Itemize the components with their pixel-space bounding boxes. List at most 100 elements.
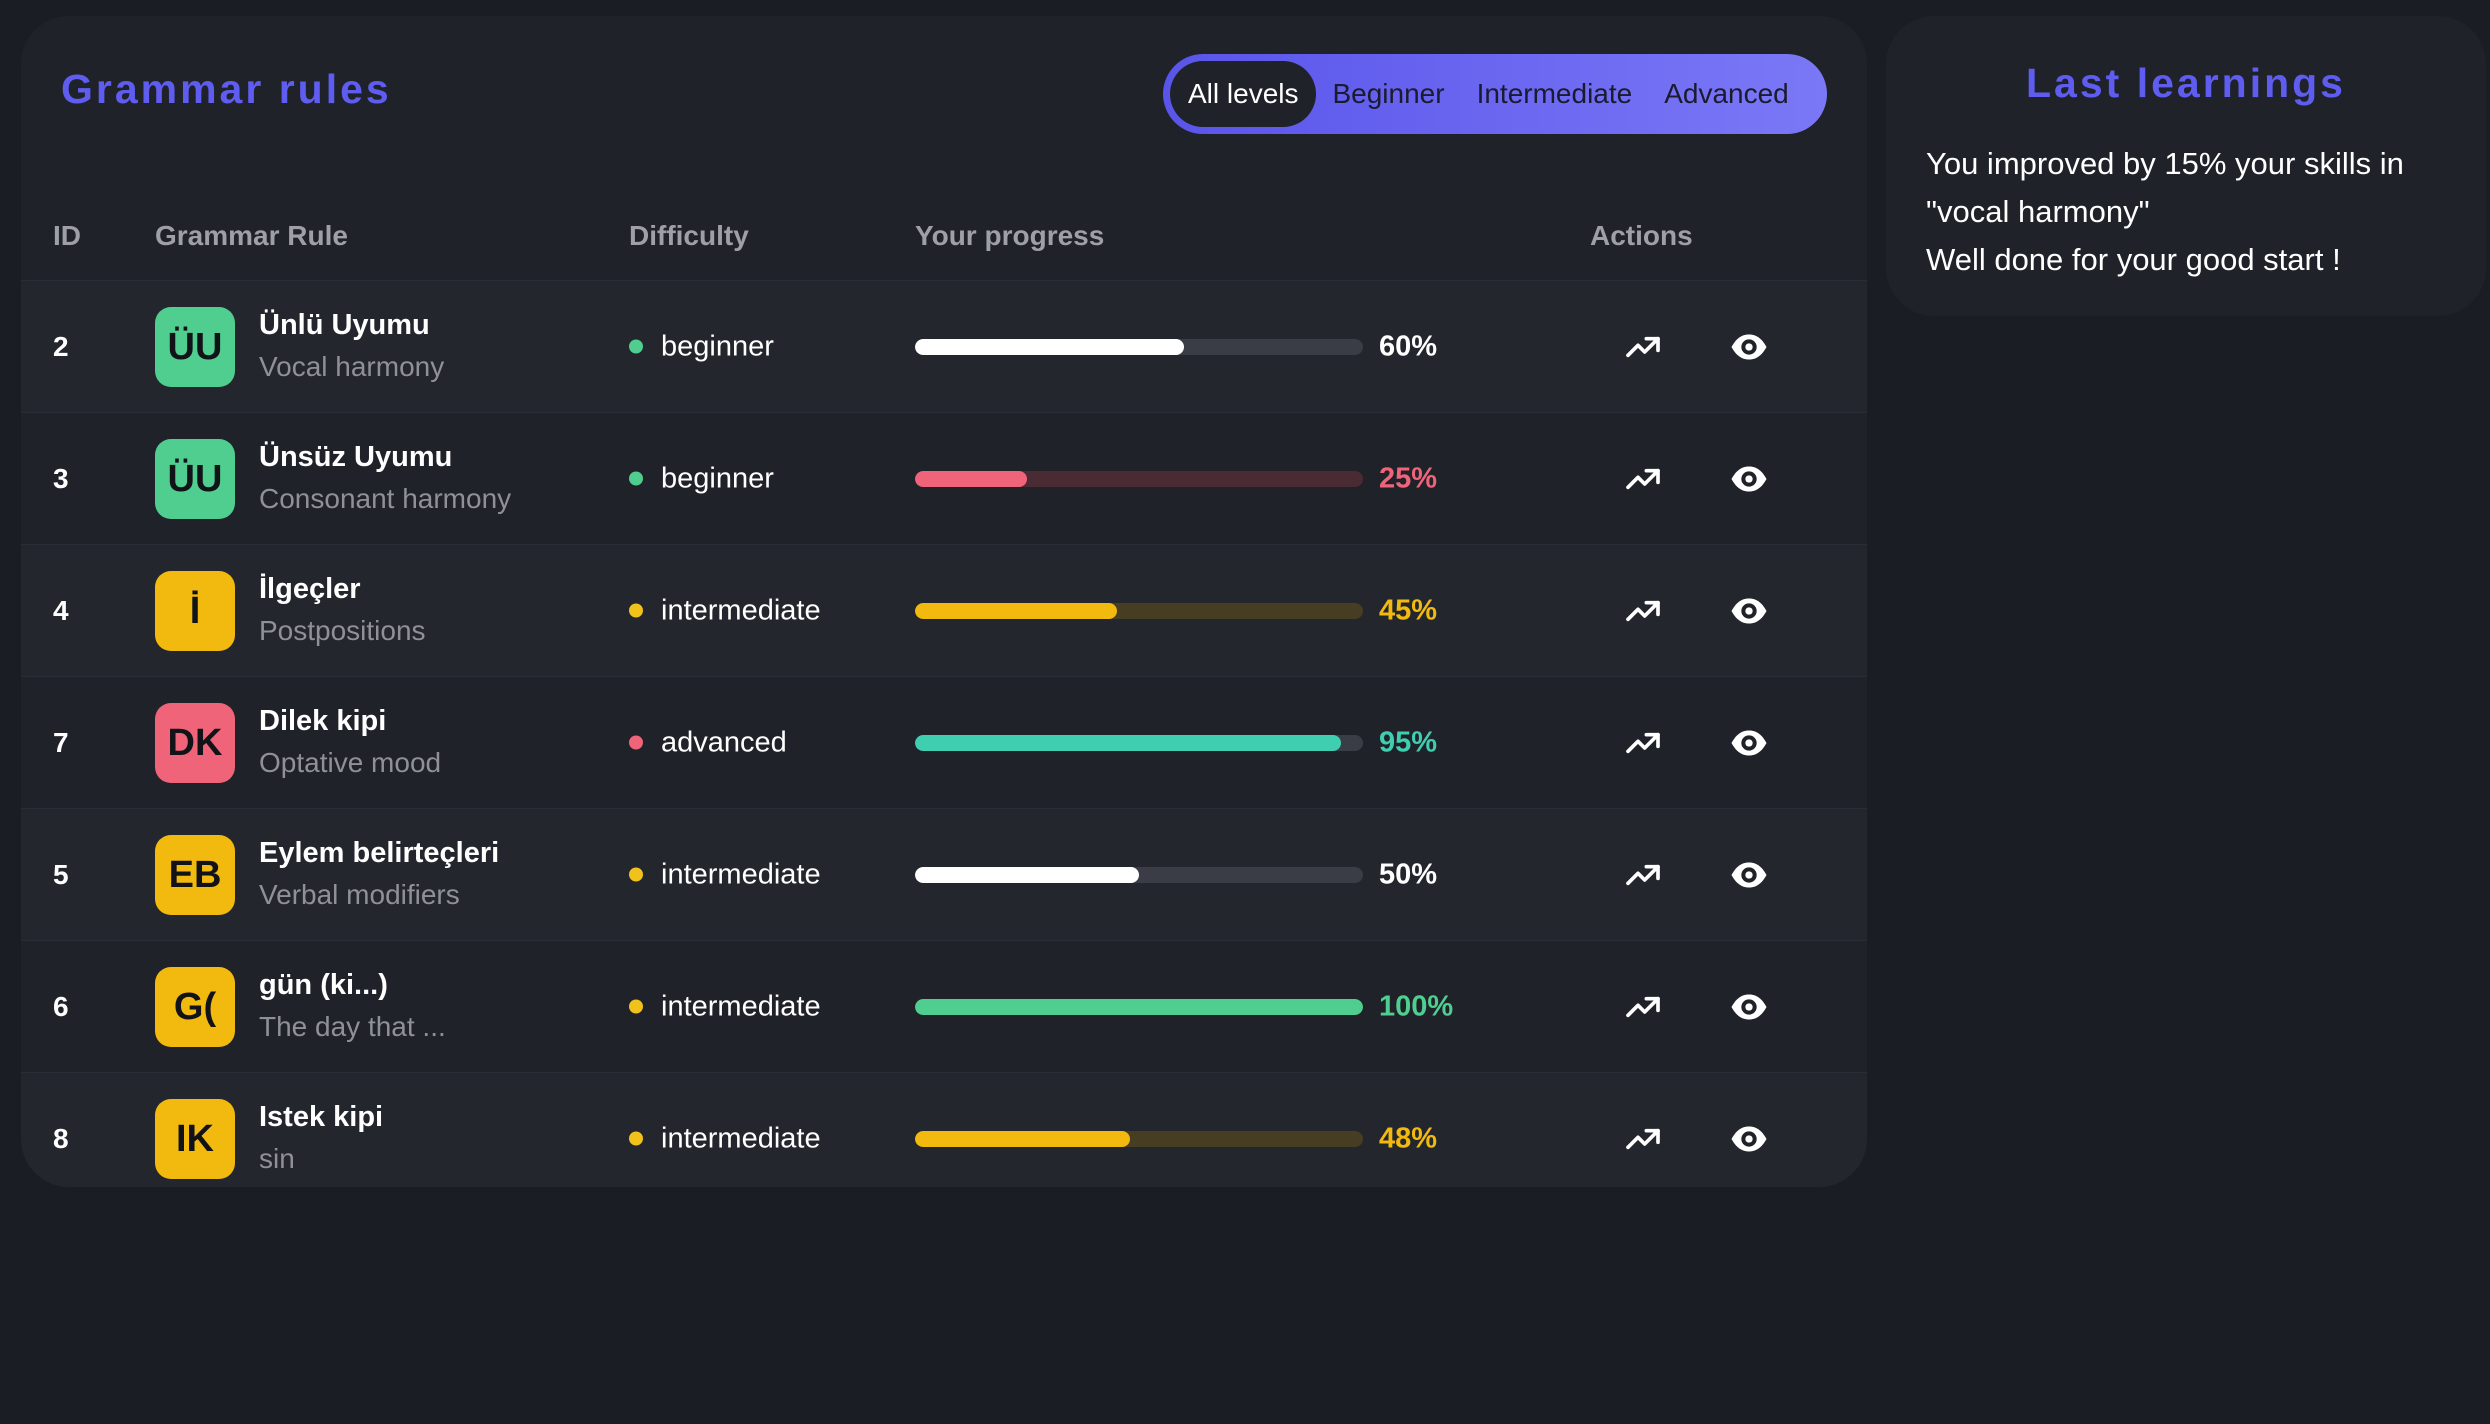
- progress-percent: 100%: [1379, 990, 1454, 1022]
- column-header-id: ID: [53, 220, 81, 251]
- difficulty-label: intermediate: [661, 1122, 821, 1154]
- rule-translation: Vocal harmony: [259, 351, 445, 382]
- progress-fill: [915, 339, 1184, 355]
- rule-name: Ünsüz Uyumu: [259, 441, 453, 473]
- trend-up-icon[interactable]: [1621, 853, 1665, 897]
- difficulty-label: advanced: [661, 726, 787, 758]
- table-header: ID Grammar Rule Difficulty Your progress…: [21, 192, 1867, 281]
- trend-up-icon[interactable]: [1621, 721, 1665, 765]
- difficulty-badge: beginner: [629, 462, 774, 495]
- rule-id: 3: [53, 462, 69, 494]
- eye-icon[interactable]: [1727, 721, 1771, 765]
- progress-percent: 48%: [1379, 1122, 1438, 1154]
- rule-translation: Verbal modifiers: [259, 879, 460, 910]
- rule-id: 7: [53, 726, 69, 758]
- rule-badge: EB: [155, 835, 235, 915]
- progress-track: [915, 1131, 1363, 1147]
- rule-translation: sin: [259, 1143, 295, 1174]
- progress-track: [915, 603, 1363, 619]
- progress-track: [915, 867, 1363, 883]
- difficulty-dot: [629, 999, 643, 1014]
- rule-name: gün (ki...): [259, 969, 388, 1001]
- filter-all-levels[interactable]: All levels: [1170, 61, 1317, 127]
- difficulty-badge: intermediate: [629, 594, 821, 627]
- rule-name: Istek kipi: [259, 1101, 384, 1133]
- table-row: 4 İ İlgeçler Postpositions intermediate 45%: [21, 545, 1867, 677]
- table-row: 3 ÜU Ünsüz Uyumu Consonant harmony beginner 2…: [21, 413, 1867, 545]
- difficulty-label: intermediate: [661, 594, 821, 626]
- progress-track: [915, 735, 1363, 751]
- rule-name: Eylem belirteçleri: [259, 837, 500, 869]
- eye-icon[interactable]: [1727, 457, 1771, 501]
- eye-icon[interactable]: [1727, 325, 1771, 369]
- progress-fill: [915, 471, 1027, 487]
- difficulty-badge: intermediate: [629, 1122, 821, 1155]
- difficulty-dot: [629, 735, 643, 750]
- progress-track: [915, 999, 1363, 1015]
- difficulty-badge: advanced: [629, 726, 787, 759]
- progress-percent: 25%: [1379, 462, 1438, 494]
- rule-badge: IK: [155, 1099, 235, 1179]
- difficulty-dot: [629, 867, 643, 882]
- table-row: 7 DK Dilek kipi Optative mood advanced 95%: [21, 677, 1867, 809]
- rule-name: İlgeçler: [259, 573, 361, 605]
- table-row: 5 EB Eylem belirteçleri Verbal modifiers int…: [21, 809, 1867, 941]
- trend-up-icon[interactable]: [1621, 1117, 1665, 1161]
- table-row: 8 IK Istek kipi sin intermediate 48%: [21, 1073, 1867, 1187]
- eye-icon[interactable]: [1727, 1117, 1771, 1161]
- rule-id: 8: [53, 1122, 69, 1154]
- progress-fill: [915, 1131, 1131, 1147]
- rule-name: Ünlü Uyumu: [259, 309, 430, 341]
- difficulty-label: beginner: [661, 462, 774, 494]
- difficulty-dot: [629, 471, 643, 486]
- rule-translation: Optative mood: [259, 747, 442, 778]
- difficulty-label: intermediate: [661, 858, 821, 890]
- last-learnings-title: Last learnings: [2026, 60, 2346, 106]
- progress-track: [915, 339, 1363, 355]
- last-learnings-text: You improved by 15% your skills in "voca…: [1926, 140, 2466, 284]
- eye-icon[interactable]: [1727, 589, 1771, 633]
- rule-id: 5: [53, 858, 69, 890]
- last-learnings-line-1: You improved by 15% your skills in "voca…: [1926, 146, 2404, 229]
- filter-advanced[interactable]: Advanced: [1648, 61, 1805, 127]
- difficulty-dot: [629, 603, 643, 618]
- difficulty-label: intermediate: [661, 990, 821, 1022]
- trend-up-icon[interactable]: [1621, 985, 1665, 1029]
- rule-id: 4: [53, 594, 69, 626]
- grammar-rules-panel: Grammar rules All levels Beginner Interm…: [21, 16, 1867, 1187]
- last-learnings-line-2: Well done for your good start !: [1926, 242, 2341, 277]
- rule-translation: Postpositions: [259, 615, 426, 646]
- rule-badge: ÜU: [155, 439, 235, 519]
- difficulty-label: beginner: [661, 330, 774, 362]
- progress-fill: [915, 735, 1341, 751]
- column-header-difficulty: Difficulty: [629, 220, 749, 251]
- progress-percent: 45%: [1379, 594, 1438, 626]
- column-header-rule: Grammar Rule: [155, 220, 348, 251]
- eye-icon[interactable]: [1727, 985, 1771, 1029]
- difficulty-dot: [629, 339, 643, 354]
- last-learnings-panel: Last learnings You improved by 15% your …: [1886, 16, 2486, 316]
- rule-translation: Consonant harmony: [259, 483, 512, 514]
- filter-beginner[interactable]: Beginner: [1316, 61, 1460, 127]
- column-header-actions: Actions: [1590, 220, 1693, 251]
- rule-id: 2: [53, 330, 69, 362]
- difficulty-dot: [629, 1131, 643, 1146]
- filter-intermediate[interactable]: Intermediate: [1461, 61, 1649, 127]
- progress-track: [915, 471, 1363, 487]
- trend-up-icon[interactable]: [1621, 457, 1665, 501]
- difficulty-badge: intermediate: [629, 858, 821, 891]
- level-filter: All levels Beginner Intermediate Advance…: [1163, 54, 1827, 134]
- trend-up-icon[interactable]: [1621, 589, 1665, 633]
- table-row: 6 G(gün (ki...) The day that ... intermedia…: [21, 941, 1867, 1073]
- difficulty-badge: intermediate: [629, 990, 821, 1023]
- progress-percent: 50%: [1379, 858, 1438, 890]
- rule-name: Dilek kipi: [259, 705, 387, 737]
- rule-badge: G(: [155, 967, 235, 1047]
- progress-fill: [915, 999, 1363, 1015]
- rule-translation: The day that ...: [259, 1011, 446, 1042]
- progress-fill: [915, 603, 1117, 619]
- rule-badge: İ: [155, 571, 235, 651]
- column-header-progress: Your progress: [915, 220, 1105, 251]
- trend-up-icon[interactable]: [1621, 325, 1665, 369]
- eye-icon[interactable]: [1727, 853, 1771, 897]
